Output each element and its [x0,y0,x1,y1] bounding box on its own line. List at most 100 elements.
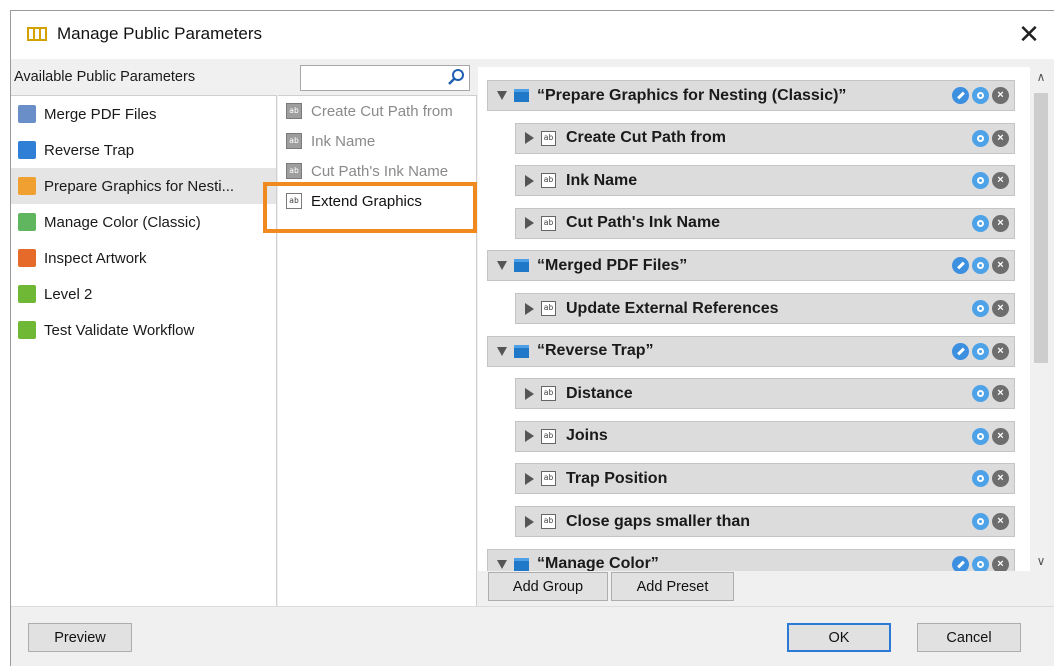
parameter-label: Ink Name [566,171,638,189]
workflow-list-item[interactable]: Inspect Artwork [11,240,276,276]
delete-icon[interactable]: × [992,300,1009,317]
parameter-list-item-label: Cut Path's Ink Name [311,162,449,180]
delete-icon[interactable]: × [992,385,1009,403]
edit-icon[interactable] [952,87,969,104]
row-actions: × [969,214,1009,232]
collapse-arrow-icon[interactable] [497,91,507,100]
expand-arrow-icon[interactable] [525,174,534,187]
expand-arrow-icon[interactable] [525,472,534,485]
group-row[interactable]: “Manage Color” × [487,548,1015,571]
parameter-row[interactable]: ab Close gaps smaller than × [515,506,1015,537]
row-actions: × [969,385,1009,403]
edit-icon[interactable] [952,555,969,571]
delete-icon[interactable]: × [992,555,1009,571]
workflow-list-item-label: Manage Color (Classic) [44,213,201,231]
delete-icon[interactable]: × [992,342,1009,360]
edit-icon[interactable] [952,257,969,275]
info-icon[interactable] [972,513,989,530]
workflow-list-item[interactable]: Reverse Trap [11,132,276,168]
row-actions: × [969,513,1009,530]
add-preset-button[interactable]: Add Preset [611,572,734,601]
workflow-list-item[interactable]: Prepare Graphics for Nesti... [11,168,276,204]
add-group-button[interactable]: Add Group [488,572,608,601]
search-input[interactable] [300,65,470,91]
delete-icon[interactable]: × [992,87,1009,104]
info-icon[interactable] [972,172,989,190]
workflow-list-item[interactable]: Test Validate Workflow [11,312,276,348]
preview-button[interactable]: Preview [28,623,132,652]
expand-arrow-icon[interactable] [525,430,534,443]
delete-icon[interactable]: × [992,513,1009,530]
ok-button[interactable]: OK [787,623,891,652]
info-icon[interactable] [972,342,989,360]
parameter-list-item[interactable]: ab Extend Graphics [278,186,476,216]
workflow-list-item-label: Reverse Trap [44,141,135,159]
parameter-list-item[interactable]: ab Cut Path's Ink Name [278,156,476,186]
info-icon[interactable] [972,214,989,232]
manage-public-parameters-dialog: Manage Public Parameters ✕ Available Pub… [10,10,1054,666]
expand-arrow-icon[interactable] [525,387,534,400]
expand-arrow-icon[interactable] [525,515,534,528]
delete-icon[interactable]: × [992,172,1009,190]
expand-arrow-icon[interactable] [525,217,534,230]
workflow-list-item[interactable]: Merge PDF Files [11,96,276,132]
delete-icon[interactable]: × [992,214,1009,232]
parameter-row[interactable]: ab Cut Path's Ink Name × [515,207,1015,239]
expand-arrow-icon[interactable] [525,132,534,145]
row-actions: × [969,129,1009,147]
row-actions: × [949,342,1009,360]
group-row[interactable]: “Prepare Graphics for Nesting (Classic)”… [487,80,1015,111]
level-icon [18,285,36,303]
workflow-list-item[interactable]: Level 2 [11,276,276,312]
group-icon [514,259,529,273]
group-row[interactable]: “Reverse Trap” × [487,335,1015,367]
delete-icon[interactable]: × [992,257,1009,275]
close-icon[interactable]: ✕ [1014,19,1044,49]
info-icon[interactable] [972,427,989,445]
parameter-row[interactable]: ab Trap Position × [515,463,1015,495]
workflow-list-item-label: Level 2 [44,285,93,303]
cancel-button[interactable]: Cancel [917,623,1021,652]
info-icon[interactable] [972,257,989,275]
info-icon[interactable] [972,385,989,403]
text-field-icon: ab [541,428,556,444]
delete-icon[interactable]: × [992,470,1009,488]
footer-divider [11,606,1054,607]
search-icon[interactable] [447,68,465,86]
delete-icon[interactable]: × [992,129,1009,147]
parameter-row[interactable]: ab Joins × [515,420,1015,452]
scroll-up-icon[interactable]: ∧ [1030,67,1052,87]
parameter-list-item[interactable]: ab Ink Name [278,126,476,156]
edit-icon[interactable] [952,342,969,360]
vertical-scrollbar[interactable]: ∧ ∨ [1030,67,1052,571]
parameter-row[interactable]: ab Distance × [515,378,1015,410]
prepare-graphics-icon [18,177,36,195]
parameter-list-item[interactable]: ab Create Cut Path from [278,96,476,126]
group-row[interactable]: “Merged PDF Files” × [487,250,1015,282]
info-icon[interactable] [972,300,989,317]
row-actions: × [969,427,1009,445]
parameter-label: Close gaps smaller than [566,512,751,530]
group-icon [514,344,529,358]
info-icon[interactable] [972,470,989,488]
info-icon[interactable] [972,87,989,104]
parameter-label: Update External References [566,299,779,317]
delete-icon[interactable]: × [992,427,1009,445]
parameter-row[interactable]: ab Update External References × [515,293,1015,324]
workflow-list-item-label: Test Validate Workflow [44,321,195,339]
expand-arrow-icon[interactable] [525,302,534,315]
parameter-label: Cut Path's Ink Name [566,214,721,232]
row-actions: × [969,300,1009,317]
parameter-row[interactable]: ab Ink Name × [515,165,1015,197]
scrollbar-thumb[interactable] [1034,93,1048,363]
scroll-down-icon[interactable]: ∨ [1030,551,1052,571]
info-icon[interactable] [972,129,989,147]
collapse-arrow-icon[interactable] [497,559,507,569]
collapse-arrow-icon[interactable] [497,346,507,356]
info-icon[interactable] [972,555,989,571]
group-icon [514,557,529,571]
workflow-list-item[interactable]: Manage Color (Classic) [11,204,276,240]
parameter-row[interactable]: ab Create Cut Path from × [515,122,1015,154]
group-label: “Merged PDF Files” [537,256,688,274]
collapse-arrow-icon[interactable] [497,261,507,271]
